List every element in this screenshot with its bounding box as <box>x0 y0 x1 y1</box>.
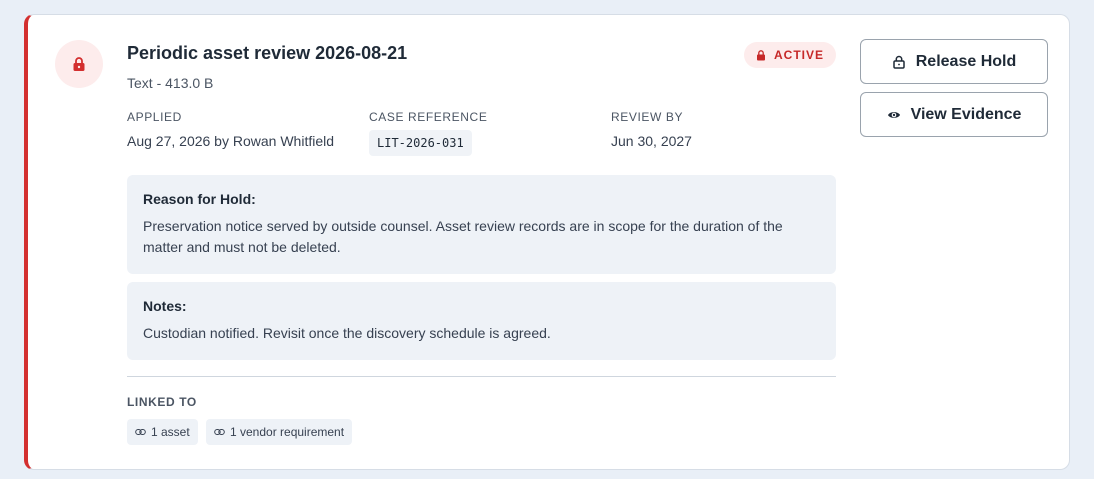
hold-title: Periodic asset review 2026-08-21 <box>127 43 408 63</box>
reason-panel: Reason for Hold: Preservation notice ser… <box>127 175 836 274</box>
unlock-icon <box>893 55 905 69</box>
hold-subtitle: Text - 413.0 B <box>127 75 214 91</box>
link-icon <box>214 429 225 435</box>
review-by-label: REVIEW BY <box>611 110 684 124</box>
case-reference-label: CASE REFERENCE <box>369 110 488 124</box>
status-badge-label: ACTIVE <box>774 48 825 62</box>
lock-icon <box>757 49 765 60</box>
notes-text: Custodian notified. Revisit once the dis… <box>143 325 551 341</box>
release-hold-button[interactable]: Release Hold <box>860 39 1048 84</box>
lock-icon <box>73 57 85 71</box>
applied-label: APPLIED <box>127 110 182 124</box>
eye-icon <box>887 111 900 118</box>
reason-label: Reason for Hold: <box>143 191 256 207</box>
status-badge: ACTIVE <box>744 42 837 68</box>
divider <box>127 376 836 377</box>
hold-status-icon-circle <box>55 40 103 88</box>
linked-asset-chip[interactable]: 1 asset <box>127 419 198 445</box>
linked-vendor-requirement-chip[interactable]: 1 vendor requirement <box>206 419 353 445</box>
linked-vendor-requirement-label: 1 vendor requirement <box>230 425 345 439</box>
notes-panel: Notes: Custodian notified. Revisit once … <box>127 282 836 360</box>
linked-asset-label: 1 asset <box>151 425 190 439</box>
link-icon <box>135 429 146 435</box>
view-evidence-button[interactable]: View Evidence <box>860 92 1048 137</box>
linked-to-label: LINKED TO <box>127 395 197 409</box>
view-evidence-label: View Evidence <box>910 105 1022 123</box>
applied-value: Aug 27, 2026 by Rowan Whitfield <box>127 133 335 149</box>
legal-hold-card: Periodic asset review 2026-08-21 Text - … <box>24 14 1070 470</box>
case-reference-value: LIT-2026-031 <box>369 130 472 156</box>
reason-text: Preservation notice served by outside co… <box>143 218 783 255</box>
release-hold-label: Release Hold <box>915 52 1017 70</box>
review-by-value: Jun 30, 2027 <box>611 133 692 149</box>
notes-label: Notes: <box>143 298 187 314</box>
